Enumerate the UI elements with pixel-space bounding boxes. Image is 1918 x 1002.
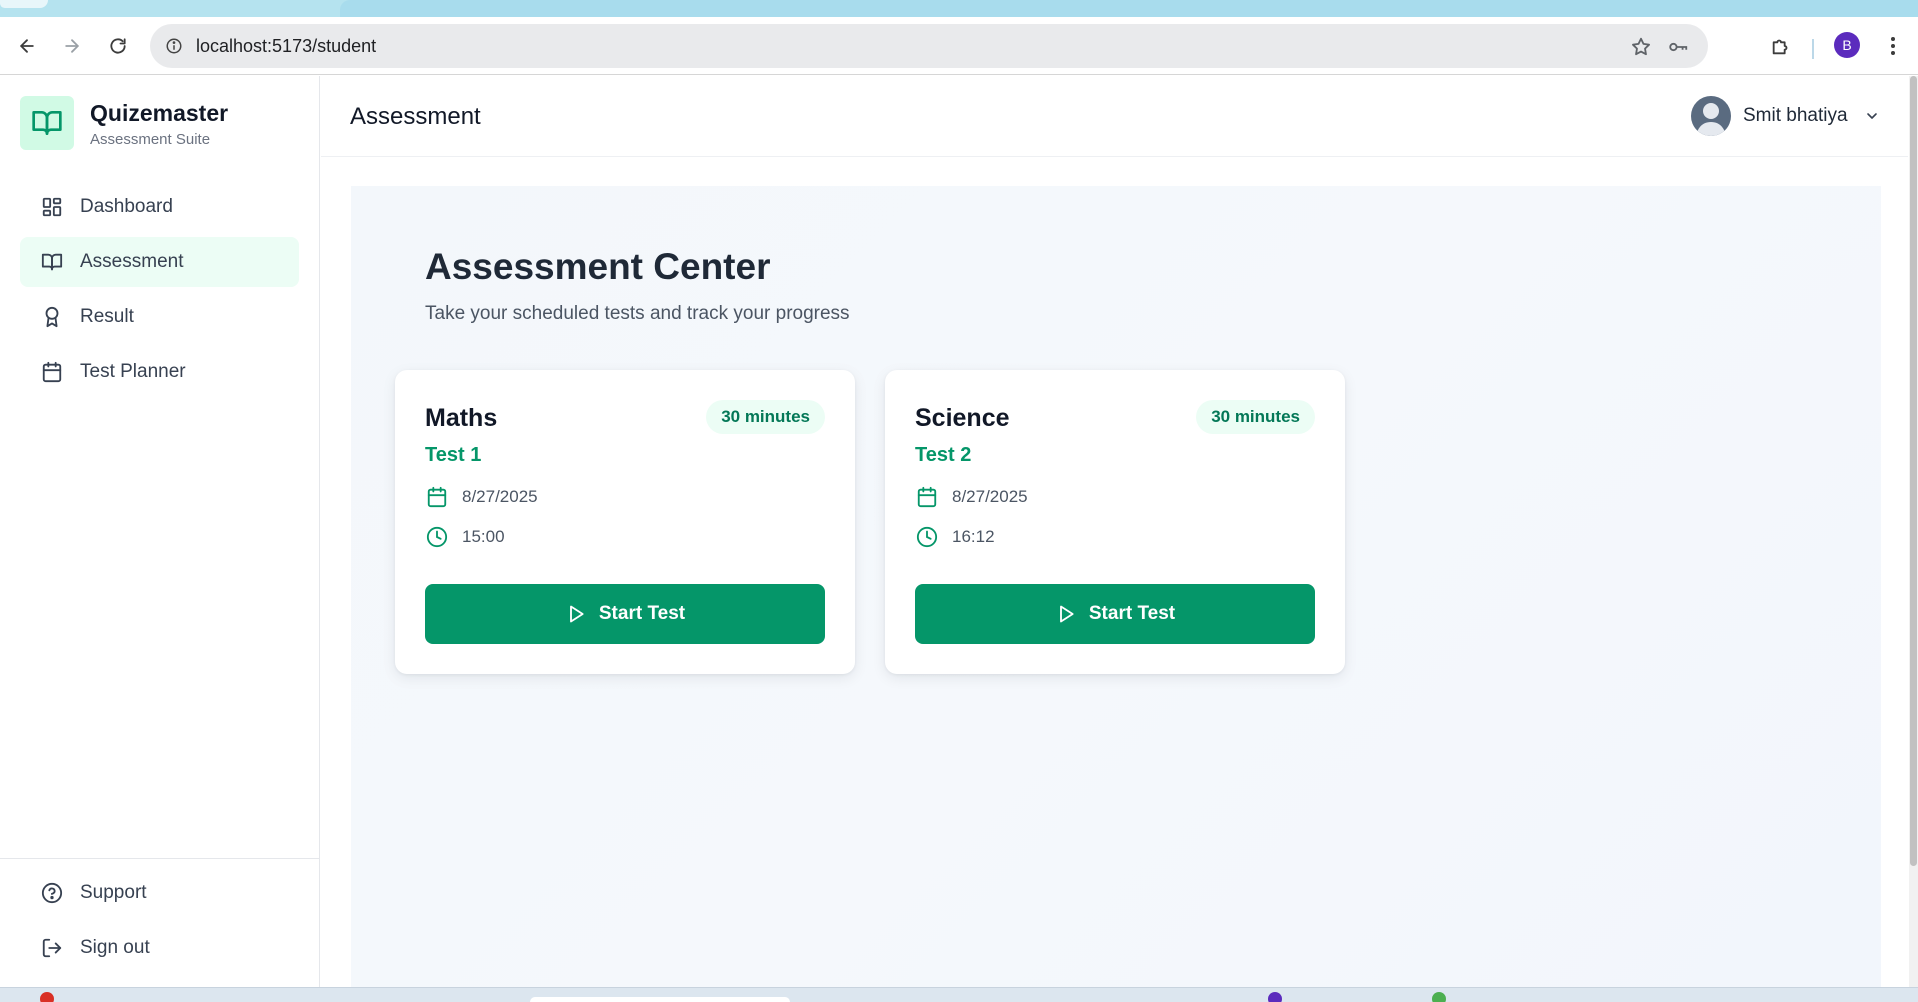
app-header: Assessment Smit bhatiya — [321, 76, 1908, 157]
card-date-row: 8/27/2025 — [915, 484, 1028, 510]
browser-tab[interactable] — [0, 0, 48, 8]
user-avatar-icon — [1691, 96, 1731, 136]
user-menu[interactable]: Smit bhatiya — [1691, 95, 1882, 137]
page-title: Assessment Center — [425, 246, 771, 287]
url-text[interactable]: localhost:5173/student — [196, 36, 376, 57]
card-test-name: Test 1 — [425, 444, 482, 466]
sidebar-item-label: Sign out — [80, 937, 150, 958]
password-key-icon[interactable] — [1665, 34, 1691, 60]
card-time-row: 15:00 — [425, 524, 505, 550]
browser-profile-avatar[interactable]: B — [1834, 32, 1860, 58]
sidebar-item-assessment[interactable]: Assessment — [20, 237, 299, 287]
duration-badge: 30 minutes — [1196, 400, 1315, 434]
page-header-title: Assessment — [350, 103, 481, 130]
reload-button[interactable] — [103, 31, 133, 61]
browser-active-tab[interactable] — [340, 0, 1918, 17]
extensions-button[interactable] — [1766, 31, 1796, 61]
forward-button[interactable] — [57, 31, 87, 61]
award-icon — [40, 305, 64, 329]
card-time-row: 16:12 — [915, 524, 995, 550]
sidebar-item-label: Result — [80, 306, 134, 327]
brand-logo — [20, 96, 74, 150]
card-subject: Science — [915, 404, 1010, 432]
sidebar: Quizemaster Assessment Suite Dashboard A… — [0, 76, 320, 987]
card-time: 16:12 — [952, 527, 995, 546]
taskbar-app-icon[interactable] — [1432, 992, 1446, 1002]
start-test-button[interactable]: Start Test — [915, 584, 1315, 644]
card-test-name: Test 2 — [915, 444, 972, 466]
reload-icon — [110, 38, 126, 54]
play-icon — [1055, 603, 1077, 625]
card-date-row: 8/27/2025 — [425, 484, 538, 510]
card-date: 8/27/2025 — [462, 487, 538, 506]
sidebar-item-label: Support — [80, 882, 147, 903]
sidebar-item-dashboard[interactable]: Dashboard — [20, 182, 299, 232]
start-test-button[interactable]: Start Test — [425, 584, 825, 644]
clock-icon — [915, 525, 939, 549]
sidebar-item-label: Test Planner — [80, 361, 186, 382]
test-card-science: Science 30 minutes Test 2 8/27/2025 16:1… — [885, 370, 1345, 674]
dashboard-icon — [40, 195, 64, 219]
sidebar-item-test-planner[interactable]: Test Planner — [20, 347, 299, 397]
brand-name: Quizemaster — [90, 100, 229, 126]
card-time: 15:00 — [462, 527, 505, 546]
sidebar-divider — [0, 858, 320, 859]
sidebar-item-label: Assessment — [80, 251, 184, 272]
start-test-label: Start Test — [1088, 603, 1176, 624]
back-button[interactable] — [12, 31, 42, 61]
taskbar-app-icon[interactable] — [1268, 992, 1282, 1002]
main-content: Assessment Center Take your scheduled te… — [321, 158, 1908, 987]
sidebar-item-support[interactable]: Support — [20, 868, 299, 918]
clock-icon — [425, 525, 449, 549]
sidebar-item-sign-out[interactable]: Sign out — [20, 923, 299, 973]
brand-subtitle: Assessment Suite — [90, 131, 211, 148]
browser-tab-strip — [0, 0, 1918, 17]
arrow-left-icon — [20, 39, 34, 53]
calendar-icon — [40, 360, 64, 384]
content-panel: Assessment Center Take your scheduled te… — [351, 186, 1881, 987]
page-scrollbar[interactable] — [1909, 76, 1918, 987]
sidebar-item-label: Dashboard — [80, 196, 173, 217]
duration-badge: 30 minutes — [706, 400, 825, 434]
bookmark-star-icon[interactable] — [1628, 34, 1654, 60]
test-card-maths: Maths 30 minutes Test 1 8/27/2025 15:00 … — [395, 370, 855, 674]
help-circle-icon — [40, 881, 64, 905]
arrow-right-icon — [65, 39, 79, 53]
calendar-icon — [915, 485, 939, 509]
address-bar[interactable]: localhost:5173/student — [150, 24, 1708, 68]
book-icon — [40, 250, 64, 274]
scrollbar-thumb[interactable] — [1910, 76, 1917, 866]
sidebar-item-result[interactable]: Result — [20, 292, 299, 342]
start-test-label: Start Test — [598, 603, 686, 624]
page-subtitle: Take your scheduled tests and track your… — [425, 303, 850, 324]
open-book-icon — [32, 111, 62, 135]
taskbar-app-icon[interactable] — [40, 992, 54, 1002]
sign-out-icon — [40, 936, 64, 960]
play-icon — [565, 603, 587, 625]
taskbar-search[interactable] — [530, 997, 790, 1002]
user-name[interactable]: Smit bhatiya — [1743, 105, 1848, 127]
kebab-menu-icon — [1891, 37, 1895, 55]
browser-toolbar: localhost:5173/student B — [0, 17, 1918, 75]
puzzle-icon — [1772, 39, 1788, 55]
os-taskbar — [0, 987, 1918, 1002]
calendar-icon — [425, 485, 449, 509]
chevron-down-icon[interactable] — [1862, 106, 1882, 126]
card-date: 8/27/2025 — [952, 487, 1028, 506]
toolbar-divider — [1812, 39, 1814, 59]
avatar[interactable] — [1691, 96, 1731, 136]
card-subject: Maths — [425, 404, 498, 432]
site-info-icon[interactable] — [162, 34, 186, 58]
browser-menu-button[interactable] — [1880, 31, 1906, 61]
